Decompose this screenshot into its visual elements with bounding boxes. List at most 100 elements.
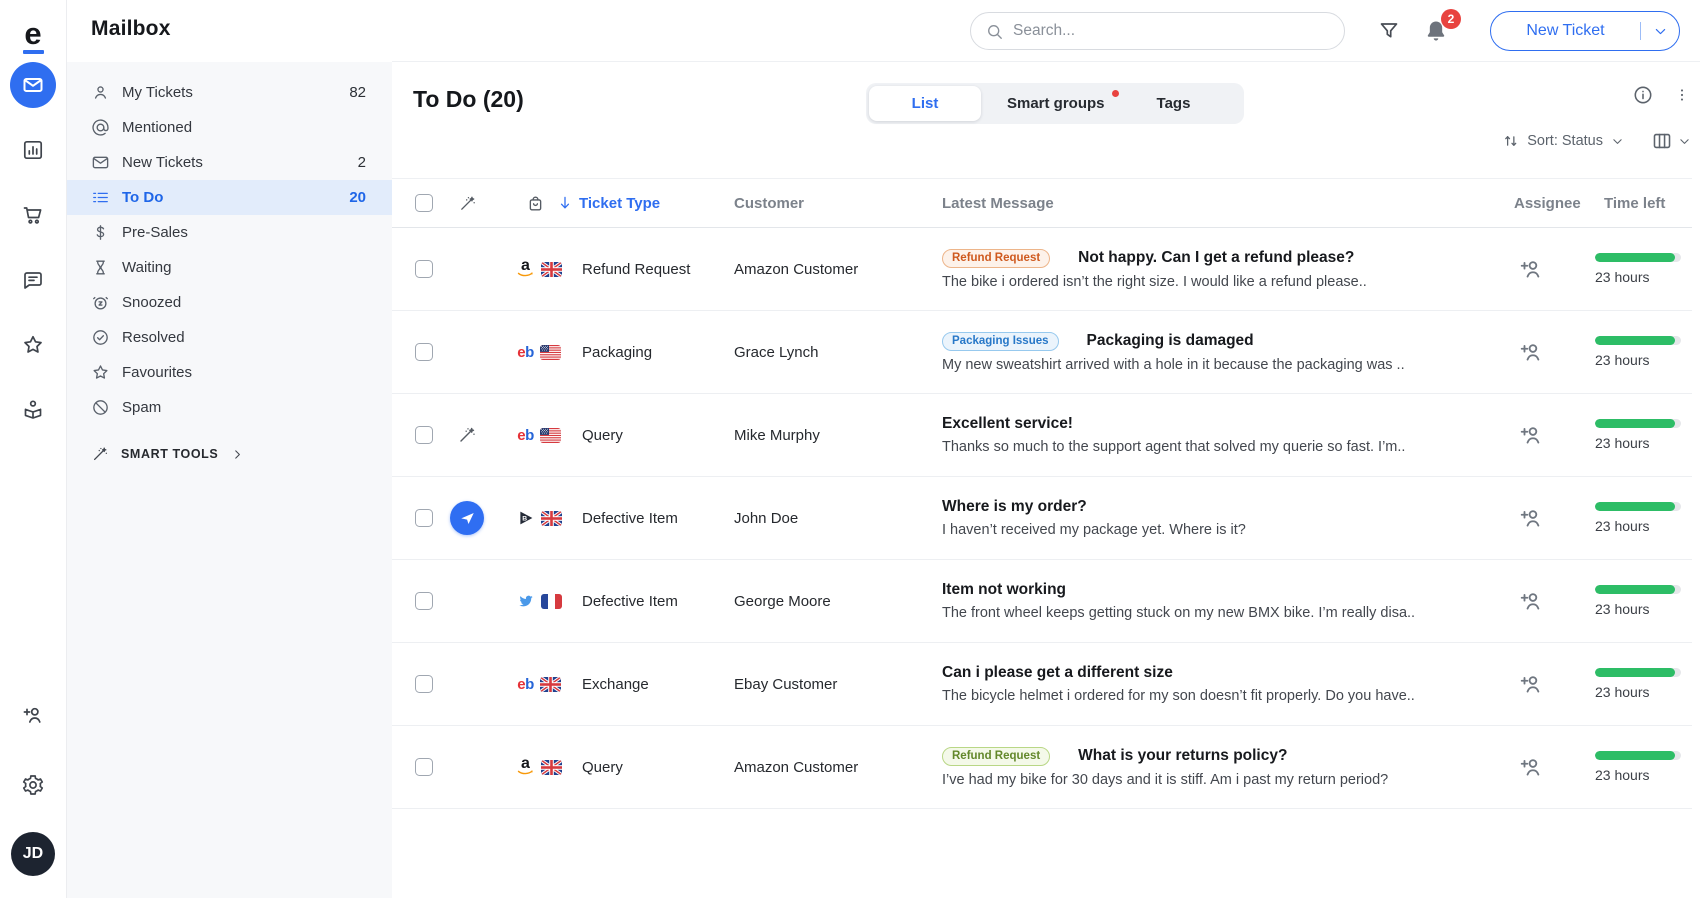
sidebar-header: Mailbox — [67, 0, 392, 62]
columns-dropdown[interactable] — [1651, 130, 1692, 152]
sla-progress-bar — [1595, 502, 1681, 511]
assign-agent-button[interactable] — [1518, 422, 1544, 448]
message-title: Item not working — [942, 581, 1066, 598]
sidebar-item-favourites[interactable]: Favourites — [67, 355, 392, 390]
row-checkbox[interactable] — [415, 675, 433, 693]
ticket-type: Query — [582, 758, 623, 776]
sidebar-item-waiting[interactable]: Waiting — [67, 250, 392, 285]
sidebar-item-label: Resolved — [122, 329, 185, 346]
sidebar-item-resolved[interactable]: Resolved — [67, 320, 392, 355]
rail-mail-button[interactable] — [10, 62, 56, 108]
sidebar-item-spam[interactable]: Spam — [67, 390, 392, 425]
column-time-left[interactable]: Time left — [1562, 195, 1692, 212]
sla-progress-bar — [1595, 585, 1681, 594]
column-ticket-type[interactable]: Ticket Type — [560, 194, 734, 212]
sidebar-item-label: Pre-Sales — [122, 224, 188, 241]
row-checkbox[interactable] — [415, 343, 433, 361]
rail-star-button[interactable] — [10, 322, 56, 368]
ticket-row[interactable]: a Refund Request Amazon Customer Refund Req… — [392, 228, 1692, 311]
row-checkbox[interactable] — [415, 260, 433, 278]
row-checkbox[interactable] — [415, 426, 433, 444]
logo-letter: e — [24, 15, 42, 51]
latest-message: Refund Request Not happy. Can I get a ref… — [942, 248, 1500, 290]
sidebar-item-snoozed[interactable]: Snoozed — [67, 285, 392, 320]
add-user-icon — [1518, 671, 1544, 697]
new-ticket-dropdown[interactable] — [1641, 23, 1679, 40]
sidebar-item-new-tickets[interactable]: New Tickets 2 — [67, 145, 392, 180]
channel-and-flag: a — [492, 258, 586, 278]
customer-name: Amazon Customer — [734, 758, 859, 776]
wand-column-icon[interactable] — [458, 194, 477, 213]
ebay-channel-icon: eb — [517, 343, 534, 361]
user-avatar[interactable]: JD — [11, 832, 55, 876]
ticket-row[interactable]: e b Query Mike Murphy Excellent service! Than… — [392, 394, 1692, 477]
rail-gear-button[interactable] — [10, 762, 56, 808]
ticket-tag: Refund Request — [942, 248, 1051, 268]
assign-agent-button[interactable] — [1518, 671, 1544, 697]
sidebar-item-label: New Tickets — [122, 154, 203, 171]
select-all-checkbox[interactable] — [415, 194, 433, 212]
wand-icon[interactable] — [457, 425, 477, 445]
rail-handover-button[interactable] — [10, 387, 56, 433]
sort-icon — [1502, 132, 1520, 150]
rail-chat-button[interactable] — [10, 257, 56, 303]
new-ticket-button[interactable]: New Ticket — [1490, 11, 1680, 51]
assign-agent-button[interactable] — [1518, 754, 1544, 780]
message-preview: The bicycle helmet i ordered for my son … — [942, 688, 1415, 704]
channel-column-icon[interactable] — [526, 194, 545, 213]
amazon-channel-icon: a — [516, 258, 535, 278]
search-input[interactable] — [1013, 22, 1330, 40]
sidebar-item-pre-sales[interactable]: Pre-Sales — [67, 215, 392, 250]
time-left: 23 hours — [1562, 585, 1692, 617]
customer-name: Ebay Customer — [734, 675, 838, 693]
analytics-icon — [21, 138, 45, 162]
rail-add-user-button[interactable] — [10, 692, 56, 738]
info-button[interactable] — [1632, 84, 1654, 106]
sort-dropdown[interactable]: Sort: Status — [1502, 132, 1625, 150]
assign-agent-button[interactable] — [1518, 588, 1544, 614]
sidebar-item-to-do[interactable]: To Do 20 — [67, 180, 392, 215]
search-bar[interactable] — [970, 12, 1345, 50]
row-checkbox[interactable] — [415, 509, 433, 527]
smart-tools-button[interactable]: SMART TOOLS — [67, 438, 392, 470]
notifications-button[interactable]: 2 — [1423, 9, 1461, 45]
edesk-logo[interactable]: e — [22, 10, 44, 62]
sidebar-item-label: Spam — [122, 399, 162, 416]
time-left-label: 23 hours — [1595, 269, 1650, 285]
ticket-row[interactable]: e b Exchange Ebay Customer Can i please get … — [392, 643, 1692, 726]
sidebar-item-mentioned[interactable]: Mentioned — [67, 110, 392, 145]
dollar-icon — [91, 223, 110, 242]
time-left: 23 hours — [1562, 751, 1692, 783]
rail-analytics-button[interactable] — [10, 127, 56, 173]
tab-list[interactable]: List — [869, 86, 981, 121]
assign-agent-button[interactable] — [1518, 339, 1544, 365]
ticket-row[interactable]: e b Packaging Grace Lynch Packaging Issues Pa… — [392, 311, 1692, 394]
tab-tags[interactable]: Tags — [1131, 86, 1217, 121]
column-assignee[interactable]: Assignee — [1514, 195, 1581, 212]
ebay-channel-icon: eb — [517, 426, 534, 444]
assign-agent-button[interactable] — [1518, 256, 1544, 282]
us-flag-icon — [539, 344, 561, 360]
ticket-row[interactable]: a Query Amazon Customer Refund Request What … — [392, 726, 1692, 809]
sidebar-item-my-tickets[interactable]: My Tickets 82 — [67, 75, 392, 110]
topbar: 2 New Ticket — [392, 0, 1700, 62]
sidebar-item-label: Mentioned — [122, 119, 193, 136]
ticket-row[interactable]: B Defective Item John Doe Where is my order… — [392, 477, 1692, 560]
rail-cart-button[interactable] — [10, 192, 56, 238]
row-checkbox[interactable] — [415, 758, 433, 776]
message-preview: The front wheel keeps getting stuck on m… — [942, 605, 1416, 621]
assign-agent-button[interactable] — [1518, 505, 1544, 531]
row-checkbox[interactable] — [415, 592, 433, 610]
message-preview: Thanks so much to the support agent that… — [942, 439, 1406, 455]
customer-name: John Doe — [734, 509, 799, 527]
filter-button[interactable] — [1377, 19, 1401, 43]
send-reply-button[interactable] — [450, 501, 484, 535]
check-circle-icon — [91, 328, 110, 347]
time-left-label: 23 hours — [1595, 352, 1650, 368]
more-options-button[interactable] — [1674, 85, 1690, 105]
ticket-row[interactable]: Defective Item George Moore Item not worki… — [392, 560, 1692, 643]
column-latest-message[interactable]: Latest Message — [942, 195, 1500, 212]
tab-smart-groups[interactable]: Smart groups — [981, 86, 1131, 121]
column-customer[interactable]: Customer — [734, 195, 942, 212]
channel-and-flag: a — [492, 756, 586, 776]
